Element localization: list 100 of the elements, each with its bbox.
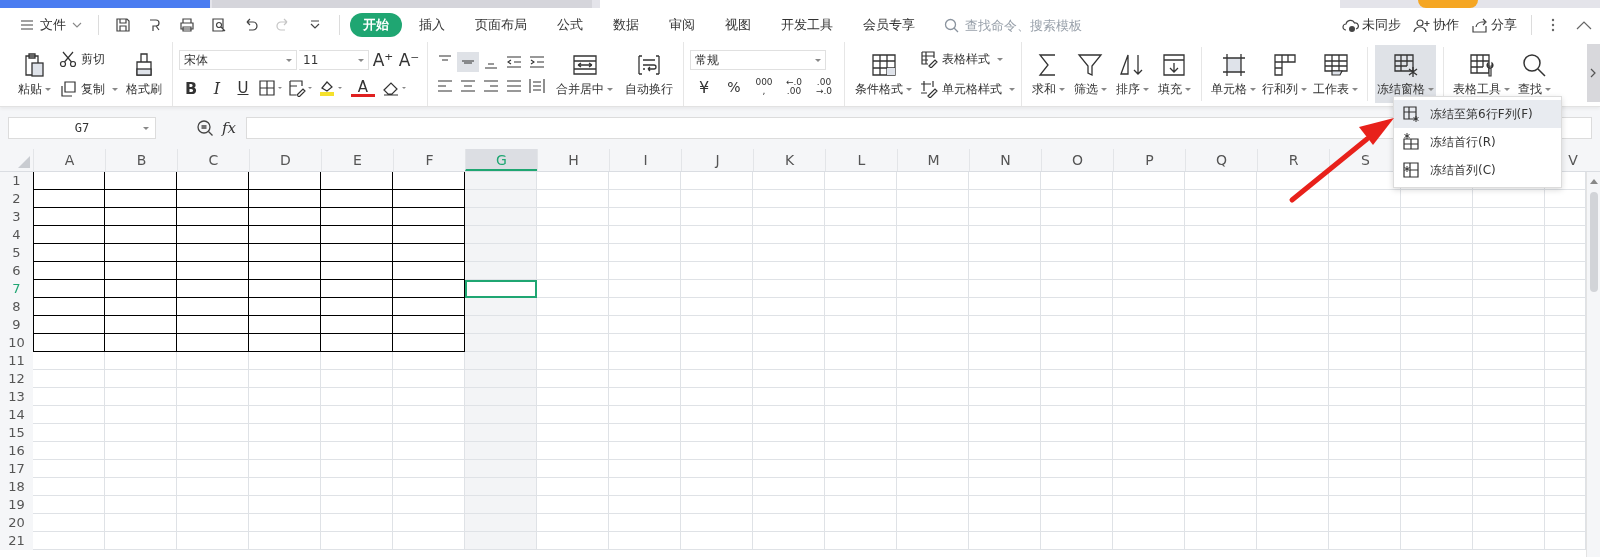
column-header[interactable]: P [1113, 149, 1185, 171]
italic-button[interactable]: I [205, 77, 229, 99]
currency-button[interactable]: ¥ [690, 76, 718, 98]
save-icon[interactable] [114, 16, 132, 34]
caret-icon [1184, 87, 1191, 91]
rowcol-button[interactable]: 行和列 [1260, 45, 1309, 103]
ribbon-tab[interactable]: 开发工具 [768, 13, 846, 37]
font-name-dropdown[interactable]: 宋体 [179, 50, 297, 70]
sync-button[interactable]: 未同步 [1338, 14, 1405, 36]
cell-format-icon[interactable] [288, 79, 314, 97]
row-header[interactable]: 1 [0, 172, 33, 190]
column-header[interactable]: H [537, 149, 609, 171]
underline-button[interactable]: U [231, 77, 255, 99]
filter-button[interactable]: 筛选 [1070, 45, 1110, 103]
freeze-button[interactable]: 冻结窗格 [1375, 45, 1436, 103]
share-button[interactable]: 分享 [1467, 14, 1521, 36]
font-color-button[interactable]: A [351, 79, 375, 97]
column-header[interactable]: B [105, 149, 177, 171]
column-header[interactable]: A [33, 149, 105, 171]
ribbon-tab[interactable]: 审阅 [656, 13, 708, 37]
number-format-dropdown[interactable]: 常规 [690, 50, 826, 70]
paste-button[interactable]: 粘贴 [14, 45, 55, 103]
copy-button[interactable]: 复制 [59, 77, 118, 101]
name-box[interactable]: G7 [8, 117, 156, 139]
function-label[interactable]: fx [222, 119, 236, 137]
thousands-button[interactable]: 000 , [750, 76, 778, 98]
row-header[interactable]: 17 [0, 460, 33, 478]
cell-button[interactable]: 单元格 [1209, 45, 1258, 103]
ribbon-tab[interactable]: 会员专享 [850, 13, 928, 37]
row-header[interactable]: 6 [0, 262, 33, 280]
decrease-font-button[interactable]: A⁻ [397, 49, 421, 71]
cell-style-button[interactable]: 单元格样式 [920, 77, 1015, 101]
font-size-dropdown[interactable]: 11 [299, 50, 369, 70]
column-header[interactable]: N [969, 149, 1041, 171]
column-header[interactable]: K [753, 149, 825, 171]
wrap-text-button[interactable]: 自动换行 [621, 45, 677, 103]
search-field[interactable]: 查找命令、搜索模板 [944, 16, 1137, 34]
fill-button[interactable]: 填充 [1154, 45, 1194, 103]
column-header[interactable]: L [825, 149, 897, 171]
format-painter-button[interactable]: 格式刷 [122, 45, 166, 103]
cloud-icon [1342, 17, 1359, 33]
ribbon-tab[interactable]: 公式 [544, 13, 596, 37]
table-style-button[interactable]: 表格样式 [920, 47, 1015, 71]
cut-button[interactable]: 剪切 [59, 47, 118, 71]
column-header[interactable]: J [681, 149, 753, 171]
conditional-format-button[interactable]: 条件格式 [851, 45, 916, 103]
column-header[interactable]: I [609, 149, 681, 171]
sheet-button[interactable]: 工作表 [1311, 45, 1360, 103]
ribbon-tab[interactable]: 数据 [600, 13, 652, 37]
active-cell[interactable] [465, 280, 537, 298]
row-header[interactable]: 16 [0, 442, 33, 460]
row-header[interactable]: 10 [0, 334, 33, 352]
row-header[interactable]: 18 [0, 478, 33, 496]
align-middle-icon[interactable] [457, 52, 479, 72]
row-header[interactable]: 11 [0, 352, 33, 370]
column-header[interactable]: D [249, 149, 321, 171]
row-header[interactable]: 19 [0, 496, 33, 514]
menu-item[interactable]: 冻结至第6行F列(F) [1394, 100, 1561, 128]
row-header[interactable]: 13 [0, 388, 33, 406]
zoom-icon[interactable] [196, 119, 214, 137]
ribbon-tab[interactable]: 视图 [712, 13, 764, 37]
tools-button[interactable]: 表格工具 [1451, 45, 1512, 103]
row-header[interactable]: 5 [0, 244, 33, 262]
row-header[interactable]: 3 [0, 208, 33, 226]
bold-button[interactable]: B [179, 77, 203, 99]
ribbon-scroll-button[interactable] [1587, 44, 1600, 102]
file-menu[interactable]: 文件 [14, 12, 88, 38]
column-header[interactable]: Q [1185, 149, 1257, 171]
print-icon[interactable] [178, 16, 196, 34]
column-header[interactable]: M [897, 149, 969, 171]
column-header[interactable]: C [177, 149, 249, 171]
row-header[interactable]: 9 [0, 316, 33, 334]
vertical-scrollbar[interactable] [1586, 172, 1600, 557]
row-header[interactable]: 21 [0, 532, 33, 550]
sum-button[interactable]: 求和 [1028, 45, 1068, 103]
row-header[interactable]: 8 [0, 298, 33, 316]
align-distributed-icon[interactable] [526, 76, 548, 96]
ribbon-tab[interactable]: 插入 [406, 13, 458, 37]
more-icon[interactable] [1550, 17, 1556, 33]
percent-button[interactable]: % [720, 76, 748, 98]
collapse-icon[interactable] [1576, 20, 1592, 30]
fill-color-icon[interactable] [318, 79, 344, 97]
increase-font-button[interactable]: A⁺ [371, 49, 395, 71]
caret-icon [286, 58, 292, 62]
row-header[interactable]: 4 [0, 226, 33, 244]
column-header[interactable]: E [321, 149, 393, 171]
preview-icon[interactable] [210, 16, 228, 34]
collab-button[interactable]: 协作 [1409, 14, 1463, 36]
ribbon-tab[interactable]: 页面布局 [462, 13, 540, 37]
column-header[interactable]: R [1257, 149, 1329, 171]
sort-button[interactable]: 排序 [1112, 45, 1152, 103]
row-header[interactable]: 14 [0, 406, 33, 424]
merge-center-button[interactable]: 合并居中 [552, 45, 617, 103]
row-header[interactable]: 2 [0, 190, 33, 208]
scroll-thumb[interactable] [1589, 192, 1598, 292]
row-header[interactable]: 15 [0, 424, 33, 442]
row-header[interactable]: 12 [0, 370, 33, 388]
borders-icon[interactable] [258, 79, 284, 97]
column-header[interactable]: O [1041, 149, 1113, 171]
row-header[interactable]: 20 [0, 514, 33, 532]
